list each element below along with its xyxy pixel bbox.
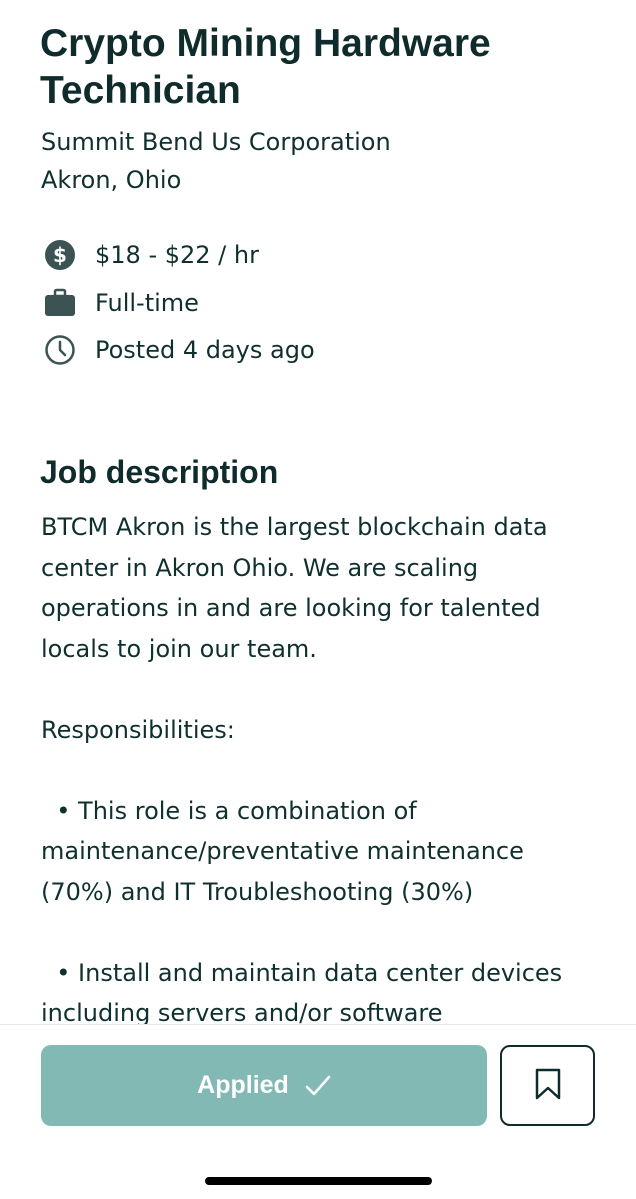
briefcase-icon: [44, 287, 76, 319]
job-type: Full-time: [95, 289, 199, 317]
applied-button[interactable]: Applied: [41, 1045, 487, 1126]
dollar-circle-icon: $: [44, 239, 76, 271]
job-location: Akron, Ohio: [41, 166, 182, 194]
svg-text:$: $: [53, 243, 67, 267]
job-detail-screen: Crypto Mining Hardware Technician Summit…: [0, 0, 636, 1199]
posted-row: Posted 4 days ago: [44, 333, 315, 367]
checkmark-icon: [305, 1073, 331, 1099]
applied-label: Applied: [197, 1071, 289, 1099]
footer-divider: [0, 1024, 636, 1025]
posted-date: Posted 4 days ago: [95, 336, 315, 364]
save-job-button[interactable]: [500, 1045, 595, 1126]
pay-range: $18 - $22 / hr: [95, 241, 259, 269]
bookmark-icon: [534, 1067, 562, 1105]
job-title: Crypto Mining Hardware Technician: [40, 22, 491, 112]
clock-icon: [44, 334, 76, 366]
job-type-row: Full-time: [44, 286, 199, 320]
job-detail-scroll-area[interactable]: Crypto Mining Hardware Technician Summit…: [0, 0, 636, 1025]
job-description-body: BTCM Akron is the largest blockchain dat…: [41, 513, 563, 1025]
pay-row: $ $18 - $22 / hr: [44, 238, 259, 272]
company-name: Summit Bend Us Corporation: [41, 128, 391, 156]
home-indicator[interactable]: [205, 1177, 432, 1185]
job-description-heading: Job description: [40, 454, 279, 490]
